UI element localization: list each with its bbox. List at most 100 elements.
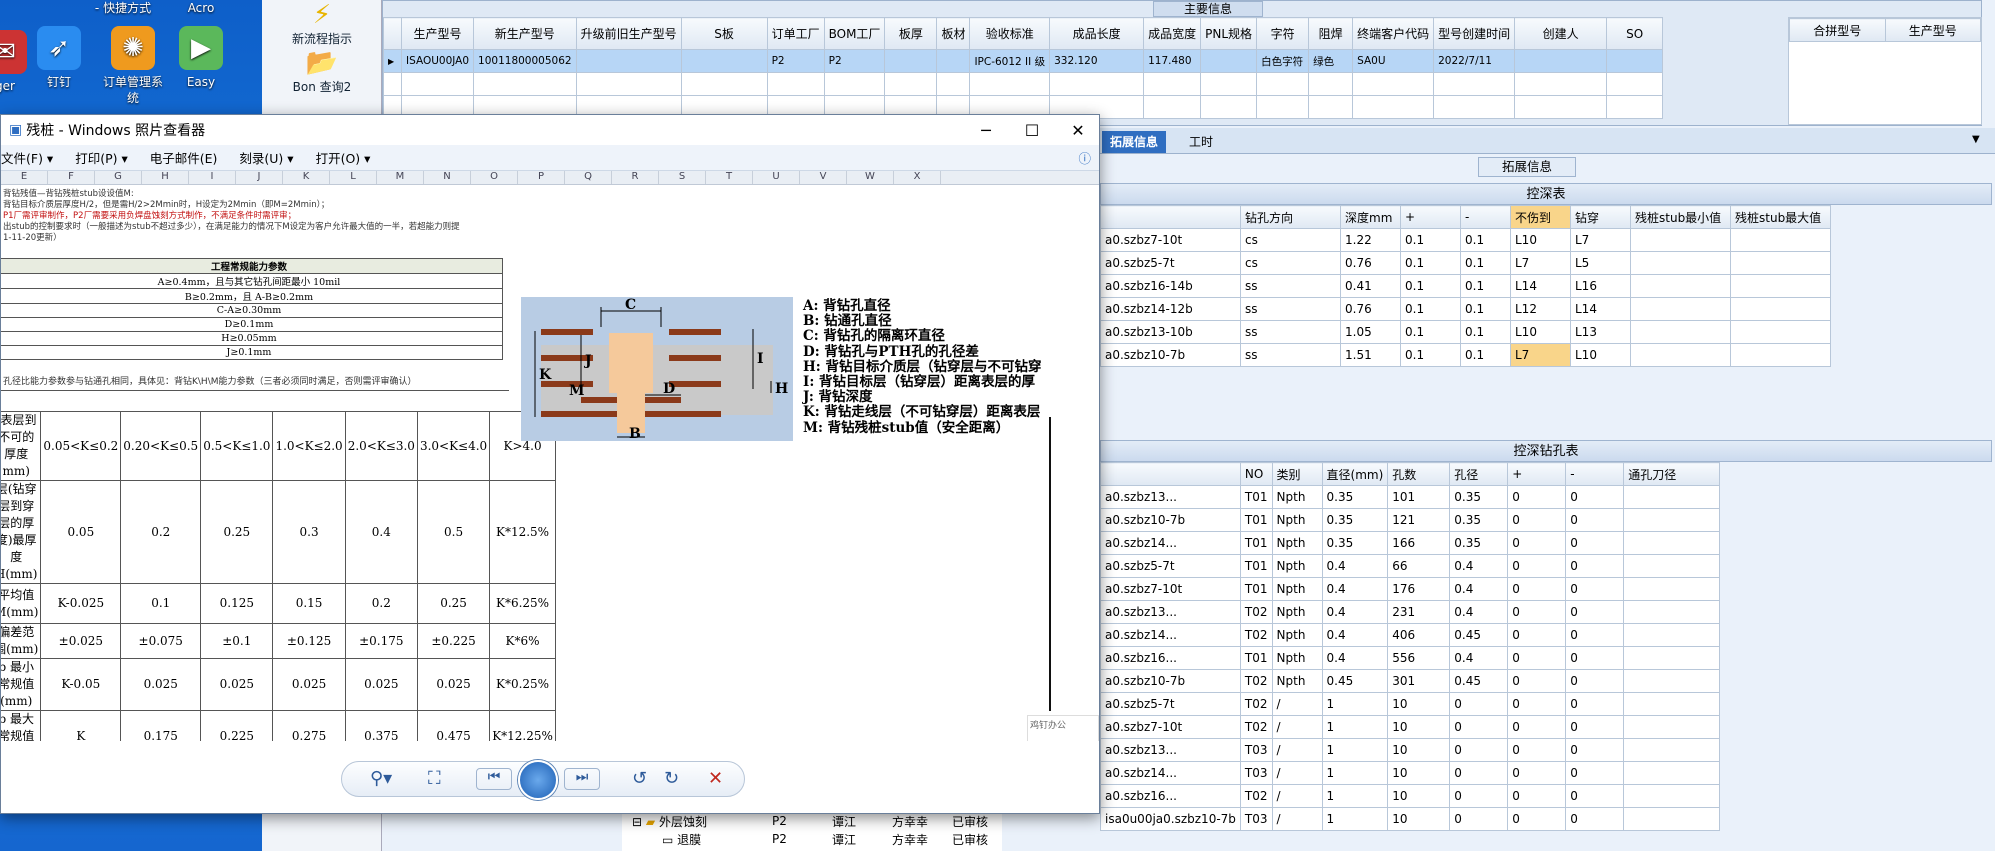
table-cell[interactable]: 10 xyxy=(1387,761,1451,785)
col-header[interactable]: - xyxy=(1460,205,1511,229)
table-cell[interactable]: 332.120 xyxy=(1049,49,1145,73)
col-header[interactable]: 字符 xyxy=(1256,17,1310,50)
table-cell[interactable]: 0.35 xyxy=(1321,485,1389,509)
col-header[interactable] xyxy=(1100,462,1241,486)
table-cell[interactable]: a0.szbz13... xyxy=(1100,738,1241,762)
table-row[interactable]: a0.szbz7-10t T02/1 10 0 0 0 xyxy=(1100,715,1721,739)
table-cell[interactable]: T03 xyxy=(1239,738,1273,762)
table-cell[interactable]: 0.4 xyxy=(1321,646,1389,670)
col-header[interactable]: 订单工厂 xyxy=(766,17,825,50)
table-cell[interactable]: 0 xyxy=(1565,807,1625,831)
col-header[interactable]: - xyxy=(1565,462,1625,486)
table-cell[interactable]: L16 xyxy=(1570,274,1631,298)
table-cell[interactable]: 231 xyxy=(1387,600,1451,624)
table-row[interactable]: a0.szbz14... T01 Npth 0.35 166 0.35 0 0 xyxy=(1100,531,1721,555)
col-header[interactable]: 钻孔方向 xyxy=(1240,205,1341,229)
table-cell[interactable]: T01 xyxy=(1239,508,1273,532)
menu-item[interactable]: 刻录(U) ▾ xyxy=(239,148,293,167)
table-cell[interactable]: 1 xyxy=(1321,715,1389,739)
table-cell[interactable] xyxy=(1630,251,1731,275)
chevron-down-icon[interactable]: ▼ xyxy=(1972,134,1980,145)
table-cell[interactable]: a0.szbz5-7t xyxy=(1100,692,1241,716)
col-header[interactable]: 终端客户代码 xyxy=(1352,17,1435,50)
table-cell[interactable]: 0.4 xyxy=(1321,554,1389,578)
table-cell[interactable] xyxy=(1630,320,1731,344)
table-row[interactable]: a0.szbz10-7b T01 Npth 0.35 121 0.35 0 0 xyxy=(1100,508,1721,532)
table-cell[interactable]: 0.1 xyxy=(1460,297,1511,321)
menu-item[interactable]: 文件(F) ▾ xyxy=(1,148,53,167)
table-cell[interactable]: 2022/7/11 xyxy=(1433,49,1516,73)
table-cell[interactable]: 0.1 xyxy=(1460,274,1511,298)
table-cell[interactable] xyxy=(1623,577,1721,601)
table-row[interactable]: a0.szbz7-10t cs 1.22 0.1 0.1 L10 L7 xyxy=(1100,228,1831,252)
table-cell[interactable]: a0.szbz14... xyxy=(1100,623,1241,647)
table-cell[interactable]: L13 xyxy=(1570,320,1631,344)
col-header[interactable]: 类别 xyxy=(1271,462,1323,486)
zoom-icon[interactable]: ⚲▾ xyxy=(370,768,392,789)
menu-item[interactable]: 打开(O) ▾ xyxy=(316,148,371,167)
table-cell[interactable]: T03 xyxy=(1239,807,1273,831)
table-cell[interactable]: Npth xyxy=(1271,669,1323,693)
table-cell[interactable]: 0 xyxy=(1449,807,1509,831)
table-cell[interactable]: T02 xyxy=(1239,692,1273,716)
table-cell[interactable]: 117.480 xyxy=(1143,49,1202,73)
tab-extended-info[interactable]: 拓展信息 xyxy=(1102,131,1166,153)
col-header[interactable]: S板 xyxy=(680,17,768,50)
table-row[interactable]: a0.szbz16... T02/1 10 0 0 0 xyxy=(1100,784,1721,808)
table-cell[interactable] xyxy=(1730,274,1831,298)
col-header[interactable]: + xyxy=(1400,205,1461,229)
table-cell[interactable] xyxy=(1623,784,1721,808)
table-cell[interactable]: 白色字符 xyxy=(1256,49,1310,73)
table-cell[interactable]: a0.szbz13-10b xyxy=(1100,320,1241,344)
table-cell[interactable]: 0.1 xyxy=(1400,320,1461,344)
table-cell[interactable]: a0.szbz10-7b xyxy=(1100,508,1241,532)
table-cell[interactable]: 0.35 xyxy=(1321,508,1389,532)
table-cell[interactable]: 1 xyxy=(1321,784,1389,808)
table-cell[interactable]: a0.szbz13... xyxy=(1100,485,1241,509)
table-cell[interactable]: 0.35 xyxy=(1449,485,1509,509)
table-cell[interactable]: / xyxy=(1271,761,1323,785)
table-cell[interactable]: a0.szbz10-7b xyxy=(1100,669,1241,693)
table-cell[interactable]: IPC-6012 II 级 xyxy=(969,49,1051,73)
table-cell[interactable]: 0 xyxy=(1507,738,1567,762)
table-cell[interactable]: 0 xyxy=(1507,807,1567,831)
desktop-icon-dingtalk[interactable]: ➶ 钉钉 xyxy=(24,26,94,90)
table-cell[interactable]: 0.4 xyxy=(1449,577,1509,601)
table-cell[interactable]: 10 xyxy=(1387,738,1451,762)
table-cell[interactable]: 0 xyxy=(1565,577,1625,601)
table-cell[interactable]: 0.1 xyxy=(1460,251,1511,275)
rotate-right-icon[interactable]: ↻ xyxy=(664,768,679,789)
table-cell[interactable]: 0 xyxy=(1507,692,1567,716)
col-header[interactable]: 成品宽度 xyxy=(1143,17,1202,50)
table-cell[interactable]: a0.szbz7-10t xyxy=(1100,228,1241,252)
table-cell[interactable]: 0 xyxy=(1565,554,1625,578)
col-header[interactable]: 钻穿 xyxy=(1570,205,1631,229)
table-cell[interactable]: 绿色 xyxy=(1308,49,1354,73)
table-cell[interactable]: Npth xyxy=(1271,531,1323,555)
table-cell[interactable]: 0.1 xyxy=(1400,228,1461,252)
table-cell[interactable]: Npth xyxy=(1271,646,1323,670)
col-header[interactable]: 阻焊 xyxy=(1308,17,1354,50)
table-cell[interactable]: Npth xyxy=(1271,577,1323,601)
table-cell[interactable]: 0 xyxy=(1507,646,1567,670)
table-cell[interactable] xyxy=(1623,600,1721,624)
minimize-button[interactable]: ─ xyxy=(963,115,1009,145)
menu-item[interactable]: 打印(P) ▾ xyxy=(75,148,128,167)
table-cell[interactable]: a0.szbz16... xyxy=(1100,646,1241,670)
table-cell[interactable]: 0.45 xyxy=(1321,669,1389,693)
table-cell[interactable]: 0.35 xyxy=(1449,531,1509,555)
col-header[interactable]: 成品长度 xyxy=(1049,17,1145,50)
col-header[interactable]: SO xyxy=(1606,17,1664,50)
table-cell[interactable]: 0.1 xyxy=(1400,343,1461,367)
slideshow-button[interactable] xyxy=(518,760,558,800)
table-cell[interactable]: 10 xyxy=(1387,715,1451,739)
table-cell[interactable]: a0.szbz14... xyxy=(1100,531,1241,555)
table-cell[interactable]: L10 xyxy=(1570,343,1631,367)
table-cell[interactable]: 556 xyxy=(1387,646,1451,670)
col-header[interactable]: 直径(mm) xyxy=(1321,462,1389,486)
table-cell[interactable]: 0.1 xyxy=(1400,251,1461,275)
table-cell[interactable]: 0 xyxy=(1565,738,1625,762)
col-header[interactable]: + xyxy=(1507,462,1567,486)
table-cell[interactable]: L7 xyxy=(1510,251,1571,275)
table-cell[interactable]: T01 xyxy=(1239,646,1273,670)
